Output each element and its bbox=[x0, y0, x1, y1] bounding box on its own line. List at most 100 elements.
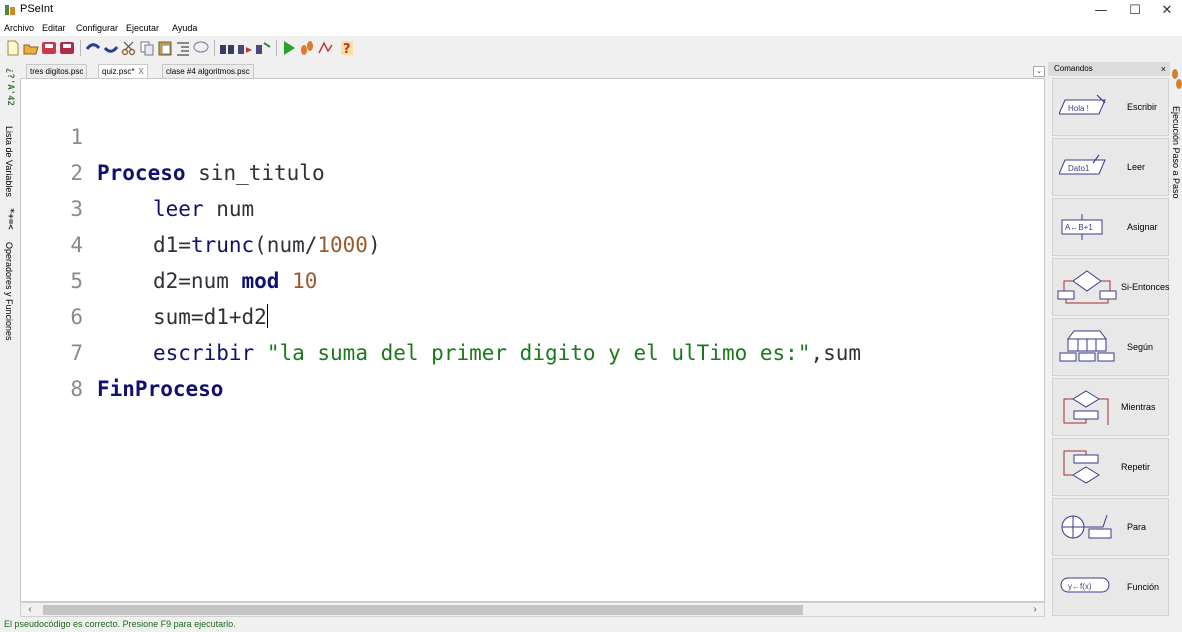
scrollbar-thumb[interactable] bbox=[43, 605, 803, 615]
command-funcion[interactable]: y←f(x) Función bbox=[1052, 558, 1169, 616]
command-label: Función bbox=[1127, 582, 1160, 592]
variables-list-tab[interactable]: Lista de Variables bbox=[4, 126, 14, 197]
keyword: FinProceso bbox=[97, 377, 224, 401]
commands-panel: Comandos × Hola ! Escribir Dato1 Leer A←… bbox=[1048, 62, 1170, 618]
command-escribir[interactable]: Hola ! Escribir bbox=[1052, 78, 1169, 136]
menu-ejecutar[interactable]: Ejecutar bbox=[126, 23, 159, 33]
menu-configurar[interactable]: Configurar bbox=[76, 23, 118, 33]
code-line: 1 Proceso sin_titulo bbox=[21, 83, 1021, 185]
code-line: 3 d1=trunc(num/1000) bbox=[21, 155, 1021, 257]
code-line: 6 escribir "la suma del primer digito y … bbox=[21, 263, 1021, 365]
horizontal-scrollbar[interactable]: ‹ › bbox=[20, 602, 1045, 617]
svg-text:?: ? bbox=[343, 42, 351, 57]
code-line: 5 sum=d1+d2 bbox=[21, 227, 1021, 329]
menu-archivo[interactable]: Archivo bbox=[4, 23, 34, 33]
help-icon[interactable]: ? bbox=[338, 39, 356, 57]
command-si-entonces[interactable]: Si-Entonces bbox=[1052, 258, 1170, 316]
code-line: 8 bbox=[21, 335, 1021, 401]
window-title: PSeInt bbox=[20, 3, 54, 15]
redo-icon[interactable] bbox=[102, 39, 120, 57]
line-number: 8 bbox=[70, 377, 83, 401]
command-label: Si-Entonces bbox=[1121, 282, 1170, 292]
copy-icon[interactable] bbox=[138, 39, 156, 57]
code-line: 4 d2=num mod 10 bbox=[21, 191, 1021, 293]
variables-icon[interactable]: *+=< bbox=[5, 208, 15, 230]
menu-bar: Archivo Editar Configurar Ejecutar Ayuda bbox=[0, 22, 1182, 36]
assign-shape-icon: A←B+1 bbox=[1061, 214, 1103, 240]
undo-icon[interactable] bbox=[84, 39, 102, 57]
command-label: Mientras bbox=[1121, 402, 1156, 412]
code-line: 7 FinProceso bbox=[21, 299, 1021, 401]
pseint-window: PSeInt — ☐ ✕ Archivo Editar Configurar E… bbox=[0, 0, 1182, 632]
tab-quiz[interactable]: quiz.psc* X bbox=[98, 64, 148, 78]
tab-list-dropdown-icon[interactable]: ⌄ bbox=[1033, 66, 1045, 77]
status-message: El pseudocódigo es correcto. Presione F9… bbox=[4, 619, 236, 629]
flowchart-icon[interactable] bbox=[316, 39, 334, 57]
maximize-button[interactable]: ☐ bbox=[1118, 0, 1152, 22]
paste-icon[interactable] bbox=[156, 39, 174, 57]
comment-icon[interactable] bbox=[192, 39, 210, 57]
close-panel-icon[interactable]: × bbox=[1161, 62, 1166, 76]
save-icon[interactable] bbox=[40, 39, 58, 57]
indent-icon[interactable] bbox=[174, 39, 192, 57]
menu-editar[interactable]: Editar bbox=[42, 23, 66, 33]
cut-icon[interactable] bbox=[120, 39, 138, 57]
command-repetir[interactable]: Repetir bbox=[1052, 438, 1169, 496]
left-side-panel: ¿?'A'42 Lista de Variables *+=< Operador… bbox=[0, 62, 20, 618]
find-icon[interactable] bbox=[218, 39, 236, 57]
code-editor[interactable]: 1 Proceso sin_titulo 2 leer num 3 d1=tru… bbox=[20, 78, 1045, 602]
step-by-step-icon[interactable] bbox=[298, 39, 316, 57]
toolbar-separator bbox=[214, 40, 215, 56]
if-then-shape-icon bbox=[1057, 270, 1117, 304]
shape-text: Dato1 bbox=[1068, 164, 1090, 173]
replace-icon[interactable] bbox=[254, 39, 272, 57]
tab-tres-digitos[interactable]: tres digitos.psc bbox=[26, 64, 88, 78]
minimize-button[interactable]: — bbox=[1084, 0, 1118, 22]
command-label: Según bbox=[1127, 342, 1154, 352]
pseint-logo-icon bbox=[5, 5, 15, 15]
function-shape-icon: y←f(x) bbox=[1060, 577, 1110, 593]
command-leer[interactable]: Dato1 Leer bbox=[1052, 138, 1169, 196]
open-file-icon[interactable] bbox=[22, 39, 40, 57]
command-mientras[interactable]: Mientras bbox=[1052, 378, 1169, 436]
step-by-step-tab[interactable]: Ejecución Paso a Paso bbox=[1171, 106, 1181, 199]
tab-close-icon[interactable]: X bbox=[138, 67, 143, 76]
save-as-icon[interactable] bbox=[58, 39, 76, 57]
new-file-icon[interactable] bbox=[4, 39, 22, 57]
shape-text: y←f(x) bbox=[1068, 582, 1092, 591]
toolbar-separator bbox=[80, 40, 81, 56]
operators-functions-tab[interactable]: Operadores y Funciones bbox=[4, 242, 14, 341]
command-label: Leer bbox=[1127, 162, 1146, 172]
scroll-right-icon[interactable]: › bbox=[1028, 603, 1042, 616]
input-shape-icon: Dato1 bbox=[1059, 154, 1106, 175]
operators-icon[interactable]: ¿?'A'42 bbox=[5, 68, 15, 106]
output-shape-icon: Hola ! bbox=[1059, 94, 1106, 115]
shape-text: Hola ! bbox=[1068, 104, 1089, 113]
tab-clase-4[interactable]: clase #4 algoritmos.psc bbox=[162, 64, 254, 78]
command-label: Asignar bbox=[1127, 222, 1158, 232]
tab-label: tres digitos.psc bbox=[30, 67, 84, 76]
scroll-left-icon[interactable]: ‹ bbox=[23, 603, 37, 616]
close-button[interactable]: ✕ bbox=[1150, 0, 1182, 22]
toolbar: ? bbox=[0, 36, 1182, 62]
step-by-step-panel-icon[interactable] bbox=[1171, 66, 1182, 94]
shape-text: A←B+1 bbox=[1065, 223, 1093, 232]
menu-ayuda[interactable]: Ayuda bbox=[172, 23, 197, 33]
tab-label: clase #4 algoritmos.psc bbox=[166, 67, 250, 76]
tab-label: quiz.psc* bbox=[102, 67, 135, 76]
toolbar-separator bbox=[276, 40, 277, 56]
editor-tabs: tres digitos.psc quiz.psc* X clase #4 alg… bbox=[20, 64, 1045, 78]
command-label: Para bbox=[1127, 522, 1147, 532]
command-asignar[interactable]: A←B+1 Asignar bbox=[1052, 198, 1169, 256]
command-segun[interactable]: Según bbox=[1052, 318, 1169, 376]
while-shape-icon bbox=[1063, 390, 1109, 425]
command-para[interactable]: Para bbox=[1052, 498, 1169, 556]
commands-header: Comandos × bbox=[1048, 62, 1170, 76]
right-side-panel: Ejecución Paso a Paso bbox=[1170, 62, 1182, 618]
find-next-icon[interactable] bbox=[236, 39, 254, 57]
run-icon[interactable] bbox=[280, 39, 298, 57]
status-bar: El pseudocódigo es correcto. Presione F9… bbox=[0, 618, 1182, 632]
switch-shape-icon bbox=[1059, 330, 1115, 362]
for-shape-icon bbox=[1061, 514, 1112, 539]
repeat-shape-icon bbox=[1063, 450, 1100, 484]
